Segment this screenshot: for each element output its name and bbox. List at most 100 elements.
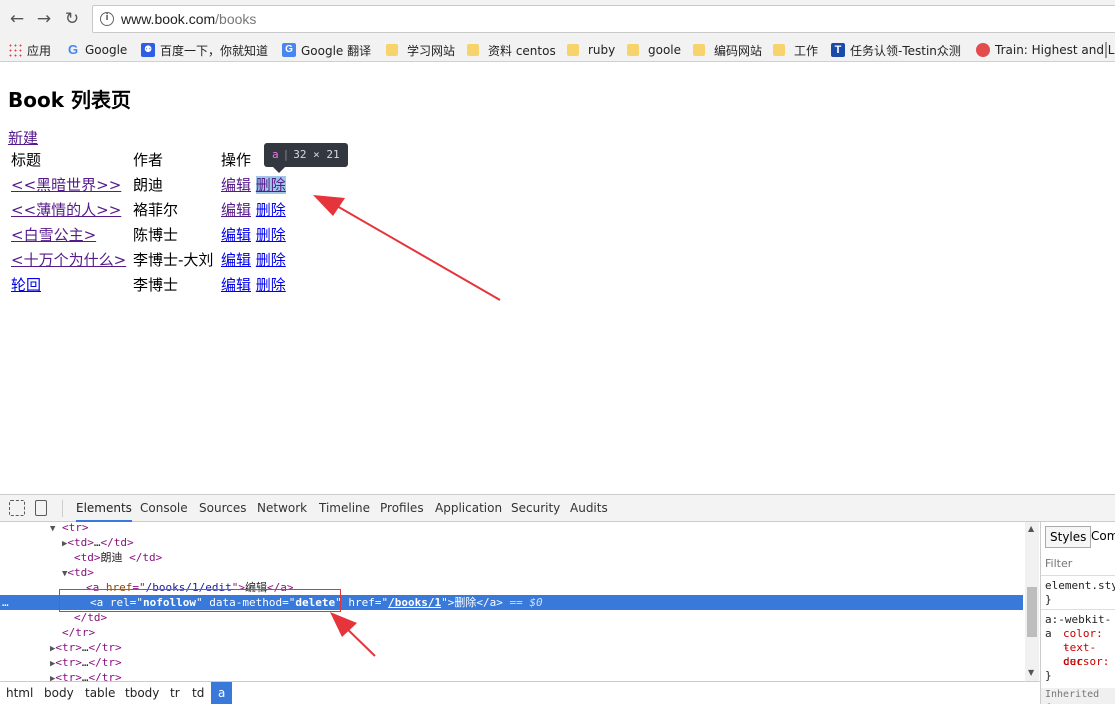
- dom-tag: <tr>: [55, 641, 82, 654]
- tab-elements[interactable]: Elements: [76, 495, 132, 522]
- edit-link[interactable]: 编辑: [221, 276, 251, 294]
- annotation-highlight-box: [59, 589, 341, 612]
- dom-node-td-close[interactable]: </td>: [74, 610, 1025, 625]
- dom-node-tr[interactable]: ▶<tr>…</tr>: [50, 670, 1025, 681]
- bookmark-apps[interactable]: 应用: [8, 40, 51, 60]
- url-text[interactable]: www.book.com/books: [121, 11, 256, 27]
- scroll-down-icon[interactable]: ▼: [1028, 668, 1034, 677]
- dom-node-td[interactable]: ▶<td>…</td>: [62, 535, 1025, 550]
- dom-punct: ">: [441, 596, 455, 609]
- dom-ellipsis: …: [81, 671, 89, 681]
- table-row: <十万个为什么> 李博士-大刘 编辑 删除: [10, 248, 287, 271]
- tab-console[interactable]: Console: [140, 495, 188, 522]
- styles-filter-input[interactable]: [1043, 554, 1113, 572]
- scroll-up-icon[interactable]: ▲: [1028, 524, 1034, 533]
- more-options-icon[interactable]: …: [2, 595, 9, 610]
- dom-tag: <td>: [74, 551, 101, 564]
- tabbar-divider: [62, 500, 63, 517]
- table-row: 轮回 李博士 编辑 删除: [10, 273, 287, 296]
- dom-node-tr[interactable]: ▶<tr>…</tr>: [50, 640, 1025, 655]
- bookmark-baidu[interactable]: ⚉ 百度一下，你就知道: [141, 40, 268, 60]
- address-bar[interactable]: i www.book.com/books: [92, 5, 1115, 33]
- tab-styles[interactable]: Styles: [1045, 526, 1092, 548]
- book-title-link[interactable]: <<薄情的人>>: [11, 201, 121, 219]
- breadcrumb-tbody[interactable]: tbody: [122, 682, 162, 704]
- book-title-link[interactable]: <白雪公主>: [11, 226, 96, 244]
- tab-computed[interactable]: Com: [1091, 528, 1115, 544]
- bookmark-google[interactable]: G Google: [66, 40, 127, 60]
- style-rule-brace: }: [1045, 593, 1052, 606]
- url-path: /books: [215, 11, 257, 27]
- tab-profiles[interactable]: Profiles: [380, 495, 424, 522]
- reload-icon[interactable]: ↻: [61, 8, 83, 30]
- styles-divider: [1041, 609, 1115, 610]
- tab-network[interactable]: Network: [257, 495, 307, 522]
- bookmark-train[interactable]: Train: Highest and L: [976, 40, 1114, 60]
- back-arrow-icon[interactable]: ←: [6, 8, 28, 30]
- bookmark-testin[interactable]: T 任务认领-Testin众测: [831, 40, 961, 60]
- forward-arrow-icon[interactable]: →: [33, 8, 55, 30]
- dom-node-tr-close[interactable]: </tr>: [62, 625, 1025, 640]
- device-toolbar-icon[interactable]: [35, 500, 47, 516]
- tab-security[interactable]: Security: [511, 495, 560, 522]
- tab-audits[interactable]: Audits: [570, 495, 608, 522]
- inspect-element-icon[interactable]: [9, 500, 25, 516]
- bookmark-folder-coding[interactable]: 编码网站: [693, 40, 762, 60]
- bookmark-folder-goole[interactable]: goole: [627, 40, 681, 60]
- delete-link[interactable]: 删除: [256, 201, 286, 219]
- dom-tree-scrollbar[interactable]: ▲ ▼: [1025, 522, 1039, 681]
- dom-node-td[interactable]: ▼<td>: [62, 565, 1025, 580]
- bookmark-label: ruby: [588, 43, 616, 57]
- dom-attr-value[interactable]: /books/1: [388, 596, 441, 609]
- collapse-triangle-icon[interactable]: ▼: [50, 524, 55, 534]
- info-icon[interactable]: i: [100, 12, 114, 26]
- dom-tag: <tr>: [55, 656, 82, 669]
- bookmark-folder-ruby[interactable]: ruby: [567, 40, 615, 60]
- book-author: 陈博士: [133, 226, 179, 244]
- delete-link[interactable]: 删除: [255, 176, 286, 194]
- book-title-link[interactable]: <<黑暗世界>>: [11, 176, 121, 194]
- dom-node-tr[interactable]: ▶<tr>…</tr>: [50, 655, 1025, 670]
- bookmark-google-translate[interactable]: G Google 翻译: [282, 40, 371, 60]
- edit-link[interactable]: 编辑: [221, 201, 251, 219]
- scroll-thumb[interactable]: [1027, 587, 1037, 637]
- dom-tag: </td>: [100, 536, 134, 549]
- dom-node-td[interactable]: <td>朗迪 </td>: [74, 550, 1025, 565]
- breadcrumb-tr[interactable]: tr: [167, 682, 183, 704]
- new-book-link[interactable]: 新建: [8, 127, 38, 148]
- bookmark-folder-study[interactable]: 学习网站: [386, 40, 455, 60]
- book-author: 李博士-大刘: [133, 251, 214, 269]
- book-title-link[interactable]: 轮回: [11, 276, 41, 294]
- dom-tag: </tr>: [88, 656, 122, 669]
- tab-timeline[interactable]: Timeline: [319, 495, 370, 522]
- breadcrumb-a[interactable]: a: [211, 682, 233, 704]
- delete-link[interactable]: 删除: [256, 251, 286, 269]
- bookmark-label: 任务认领-Testin众测: [850, 43, 961, 58]
- edit-link[interactable]: 编辑: [221, 176, 251, 194]
- dom-node-tr[interactable]: ▼ <tr>: [50, 522, 1025, 535]
- dom-tag: </tr>: [62, 626, 96, 639]
- header-title: 标题: [11, 151, 42, 169]
- delete-link[interactable]: 删除: [256, 226, 286, 244]
- dom-tag: <tr>: [62, 522, 89, 534]
- breadcrumb-html[interactable]: html: [3, 682, 36, 704]
- folder-icon: [627, 44, 639, 56]
- breadcrumb-table[interactable]: table: [82, 682, 118, 704]
- edit-link[interactable]: 编辑: [221, 226, 251, 244]
- dom-tag: </td>: [74, 611, 108, 624]
- tab-sources[interactable]: Sources: [199, 495, 246, 522]
- edit-link[interactable]: 编辑: [221, 251, 251, 269]
- bookmark-folder-work[interactable]: 工作: [773, 40, 818, 60]
- bookmark-label: 资料 centos: [488, 43, 556, 58]
- testin-icon: T: [831, 43, 845, 57]
- delete-link[interactable]: 删除: [256, 276, 286, 294]
- breadcrumb-td[interactable]: td: [189, 682, 207, 704]
- table-row: <白雪公主> 陈博士 编辑 删除: [10, 223, 287, 246]
- tab-application[interactable]: Application: [435, 495, 502, 522]
- breadcrumb-body[interactable]: body: [41, 682, 77, 704]
- bookmark-folder-centos[interactable]: 资料 centos: [467, 40, 556, 60]
- page-content: Book 列表页 新建 标题 作者 操作 <<黑暗世界>> 朗迪 编辑 删除 <…: [0, 63, 1115, 493]
- dom-tag: <td>: [67, 566, 94, 579]
- book-title-link[interactable]: <十万个为什么>: [11, 251, 126, 269]
- google-icon: G: [67, 42, 79, 57]
